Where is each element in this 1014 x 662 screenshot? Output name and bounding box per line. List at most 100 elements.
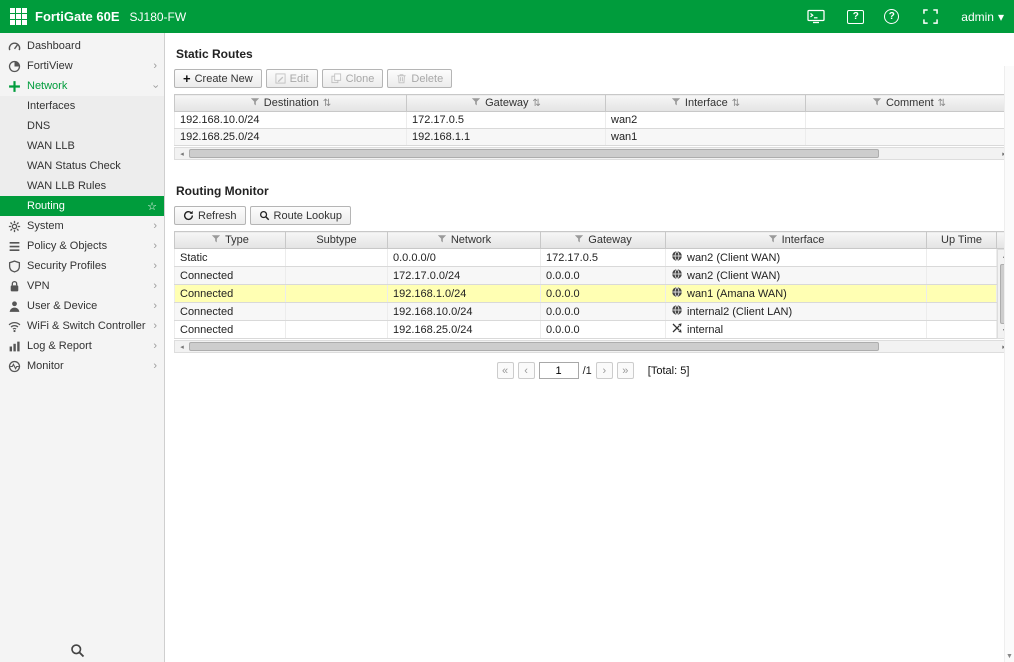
sidebar-item-user-device[interactable]: User & Device › bbox=[0, 296, 164, 316]
delete-button[interactable]: Delete bbox=[387, 69, 453, 88]
route-lookup-button[interactable]: Route Lookup bbox=[249, 206, 352, 225]
column-network[interactable]: Network bbox=[387, 231, 541, 249]
page-vertical-scrollbar[interactable]: ▼ bbox=[1004, 66, 1014, 662]
sidebar-item-wan-llb[interactable]: WAN LLB bbox=[0, 136, 164, 156]
sidebar-item-label: Network bbox=[27, 80, 68, 92]
column-destination[interactable]: Destination ⇅ bbox=[174, 94, 407, 112]
menu-search-icon[interactable] bbox=[70, 643, 86, 659]
column-type[interactable]: Type bbox=[174, 231, 286, 249]
online-help-icon[interactable]: ? bbox=[884, 9, 900, 24]
route-row-selected[interactable]: Connected 192.168.1.0/24 0.0.0.0 wan1 (A… bbox=[174, 284, 997, 303]
route-row[interactable]: Connected 192.168.10.0/24 0.0.0.0 intern… bbox=[174, 302, 997, 321]
first-page-button[interactable]: « bbox=[496, 362, 514, 379]
static-route-row[interactable]: 192.168.25.0/24 192.168.1.1 wan1 bbox=[174, 128, 1013, 146]
pagination: « ‹ /1 › » [Total: 5] bbox=[496, 362, 689, 379]
edit-icon bbox=[275, 73, 286, 84]
cell-gateway: 172.17.0.5 bbox=[406, 111, 606, 129]
cell-type: Connected bbox=[174, 266, 286, 285]
sidebar-item-label: WAN LLB bbox=[27, 140, 75, 152]
filter-icon[interactable] bbox=[872, 97, 882, 110]
routing-monitor-title: Routing Monitor bbox=[176, 184, 269, 198]
device-hostname: SJ180-FW bbox=[129, 9, 187, 24]
filter-icon[interactable] bbox=[211, 234, 221, 247]
cell-comment bbox=[805, 128, 1013, 146]
filter-icon[interactable] bbox=[250, 97, 260, 110]
sidebar-item-system[interactable]: System › bbox=[0, 216, 164, 236]
sort-icon[interactable]: ⇅ bbox=[938, 98, 946, 109]
column-gateway[interactable]: Gateway bbox=[540, 231, 666, 249]
sidebar-item-monitor[interactable]: Monitor › bbox=[0, 356, 164, 376]
cell-gateway: 172.17.0.5 bbox=[540, 249, 666, 267]
sidebar-item-label: Monitor bbox=[27, 360, 64, 372]
body: Dashboard FortiView › Network › Interfac… bbox=[0, 33, 1014, 662]
scrollbar-thumb[interactable] bbox=[189, 342, 879, 351]
cell-interface: wan2 bbox=[605, 111, 806, 129]
column-subtype[interactable]: Subtype bbox=[285, 231, 388, 249]
pagination-wrap: « ‹ /1 › » [Total: 5] bbox=[174, 362, 1012, 379]
star-icon[interactable]: ☆ bbox=[147, 200, 157, 213]
sidebar-item-wan-llb-rules[interactable]: WAN LLB Rules bbox=[0, 176, 164, 196]
scroll-left-icon[interactable]: ◂ bbox=[175, 341, 189, 352]
chevron-right-icon: › bbox=[153, 299, 157, 312]
scroll-down-icon[interactable]: ▼ bbox=[1005, 653, 1014, 660]
chevron-down-icon: › bbox=[149, 84, 162, 88]
fullscreen-icon[interactable] bbox=[919, 8, 941, 26]
filter-icon[interactable] bbox=[574, 234, 584, 247]
page-input[interactable] bbox=[538, 362, 579, 379]
filter-icon[interactable] bbox=[437, 234, 447, 247]
brand-name: FortiGate 60E bbox=[35, 9, 120, 24]
sidebar-item-wifi-switch[interactable]: WiFi & Switch Controller › bbox=[0, 316, 164, 336]
sidebar-item-log-report[interactable]: Log & Report › bbox=[0, 336, 164, 356]
static-routes-toolbar: + Create New Edit Clone Delete bbox=[174, 69, 1013, 88]
create-new-button[interactable]: + Create New bbox=[174, 69, 262, 88]
sidebar-item-wan-status-check[interactable]: WAN Status Check bbox=[0, 156, 164, 176]
prev-page-button[interactable]: ‹ bbox=[517, 362, 535, 379]
refresh-button[interactable]: Refresh bbox=[174, 206, 246, 225]
static-routes-horizontal-scrollbar[interactable]: ◂ ▸ bbox=[174, 147, 1012, 160]
filter-icon[interactable] bbox=[768, 234, 778, 247]
column-interface[interactable]: Interface ⇅ bbox=[605, 94, 806, 112]
sidebar: Dashboard FortiView › Network › Interfac… bbox=[0, 33, 165, 662]
user-menu[interactable]: admin ▾ bbox=[961, 10, 1004, 24]
column-uptime[interactable]: Up Time bbox=[926, 231, 997, 249]
column-interface[interactable]: Interface bbox=[665, 231, 927, 249]
scroll-left-icon[interactable]: ◂ bbox=[175, 148, 189, 159]
static-route-row[interactable]: 192.168.10.0/24 172.17.0.5 wan2 bbox=[174, 111, 1013, 129]
filter-icon[interactable] bbox=[471, 97, 481, 110]
sort-icon[interactable]: ⇅ bbox=[323, 98, 331, 109]
next-page-button[interactable]: › bbox=[595, 362, 613, 379]
cell-uptime bbox=[926, 302, 997, 321]
cell-gateway: 0.0.0.0 bbox=[540, 302, 666, 321]
sidebar-item-fortiview[interactable]: FortiView › bbox=[0, 56, 164, 76]
sidebar-item-label: Dashboard bbox=[27, 40, 81, 52]
cell-interface: wan2 (Client WAN) bbox=[665, 266, 927, 285]
sidebar-item-dashboard[interactable]: Dashboard bbox=[0, 36, 164, 56]
route-row[interactable]: Static 0.0.0.0/0 172.17.0.5 wan2 (Client… bbox=[174, 249, 997, 267]
scrollbar-thumb[interactable] bbox=[189, 149, 879, 158]
cell-type: Static bbox=[174, 249, 286, 267]
sidebar-item-security-profiles[interactable]: Security Profiles › bbox=[0, 256, 164, 276]
routing-monitor-horizontal-scrollbar[interactable]: ◂ ▸ bbox=[174, 340, 1012, 353]
network-icon bbox=[8, 80, 21, 93]
route-row[interactable]: Connected 172.17.0.0/24 0.0.0.0 wan2 (Cl… bbox=[174, 266, 997, 285]
sidebar-item-vpn[interactable]: VPN › bbox=[0, 276, 164, 296]
sort-icon[interactable]: ⇅ bbox=[732, 98, 740, 109]
cli-console-icon[interactable] bbox=[805, 8, 827, 26]
sort-icon[interactable]: ⇅ bbox=[533, 98, 541, 109]
edit-button[interactable]: Edit bbox=[265, 69, 318, 88]
cell-subtype bbox=[285, 266, 388, 285]
sidebar-item-policy-objects[interactable]: Policy & Objects › bbox=[0, 236, 164, 256]
contextual-help-icon[interactable]: ? bbox=[847, 9, 865, 24]
filter-icon[interactable] bbox=[671, 97, 681, 110]
sidebar-item-interfaces[interactable]: Interfaces bbox=[0, 96, 164, 116]
route-row[interactable]: Connected 192.168.25.0/24 0.0.0.0 intern… bbox=[174, 320, 997, 339]
sidebar-item-routing[interactable]: Routing ☆ bbox=[0, 196, 164, 216]
sidebar-item-network[interactable]: Network › bbox=[0, 76, 164, 96]
sidebar-item-dns[interactable]: DNS bbox=[0, 116, 164, 136]
static-routes-table: Destination ⇅ Gateway ⇅ Interface ⇅ Comm… bbox=[174, 94, 1013, 146]
static-routes-header-row: Destination ⇅ Gateway ⇅ Interface ⇅ Comm… bbox=[174, 94, 1013, 112]
column-comment[interactable]: Comment ⇅ bbox=[805, 94, 1013, 112]
clone-button[interactable]: Clone bbox=[321, 69, 384, 88]
column-gateway[interactable]: Gateway ⇅ bbox=[406, 94, 606, 112]
last-page-button[interactable]: » bbox=[616, 362, 634, 379]
